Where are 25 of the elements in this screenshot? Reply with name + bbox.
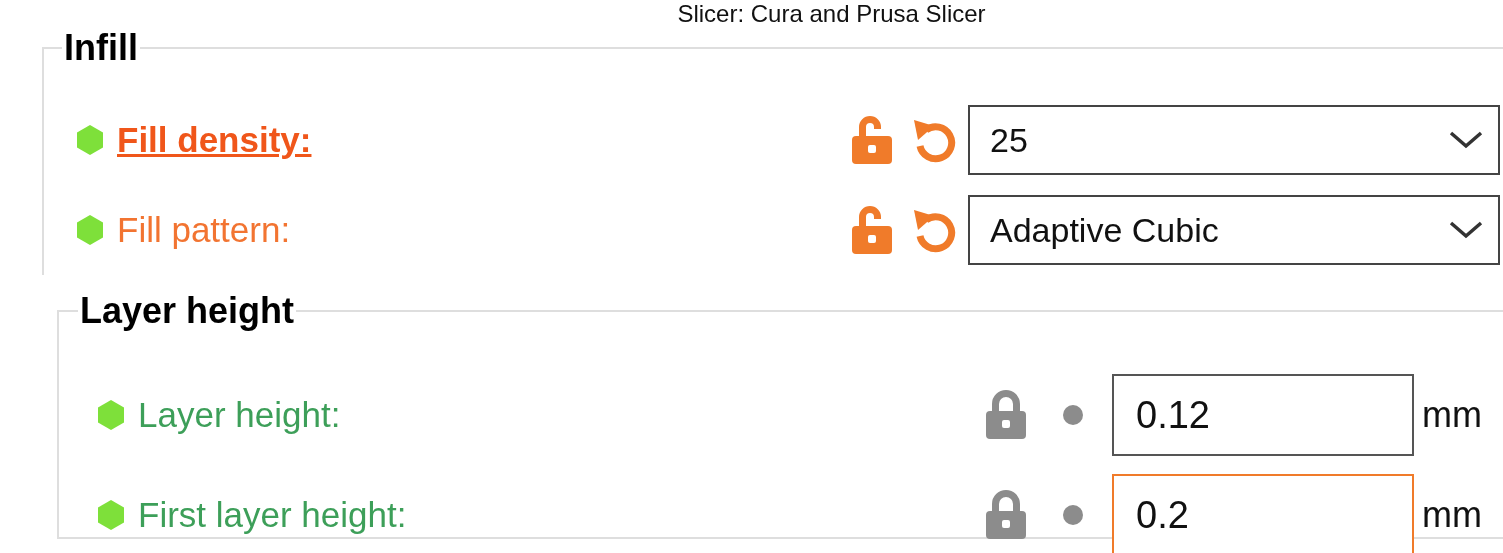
padlock-icon[interactable]	[984, 489, 1028, 541]
dropdown-value: Adaptive Cubic	[990, 210, 1219, 250]
group-title: Layer height	[79, 291, 296, 331]
dropdown[interactable]: 25	[968, 105, 1500, 175]
unit-label: mm	[1422, 494, 1483, 536]
page-title: Slicer: Cura and Prusa Slicer	[677, 0, 986, 27]
dropdown-value: 25	[990, 120, 1028, 160]
unlocked-padlock-icon[interactable]	[850, 204, 894, 256]
hexagon-icon	[96, 499, 126, 531]
group-title: Infill	[63, 28, 139, 68]
input-field[interactable]: 0.2	[1112, 474, 1414, 553]
hexagon-icon	[75, 124, 105, 156]
chevron-down-icon	[1448, 220, 1484, 240]
hexagon-icon	[75, 214, 105, 246]
unit-label: mm	[1422, 394, 1483, 436]
input-field[interactable]: 0.12	[1112, 374, 1414, 456]
chevron-down-icon	[1448, 130, 1484, 150]
setting-label: Layer height:	[138, 395, 342, 435]
setting-label: Fill density:	[117, 120, 313, 160]
hexagon-icon	[96, 399, 126, 431]
setting-label: Fill pattern:	[117, 210, 292, 250]
setting-label: First layer height:	[138, 495, 408, 535]
unlocked-padlock-icon[interactable]	[850, 114, 894, 166]
dropdown[interactable]: Adaptive Cubic	[968, 195, 1500, 265]
padlock-icon[interactable]	[984, 389, 1028, 441]
